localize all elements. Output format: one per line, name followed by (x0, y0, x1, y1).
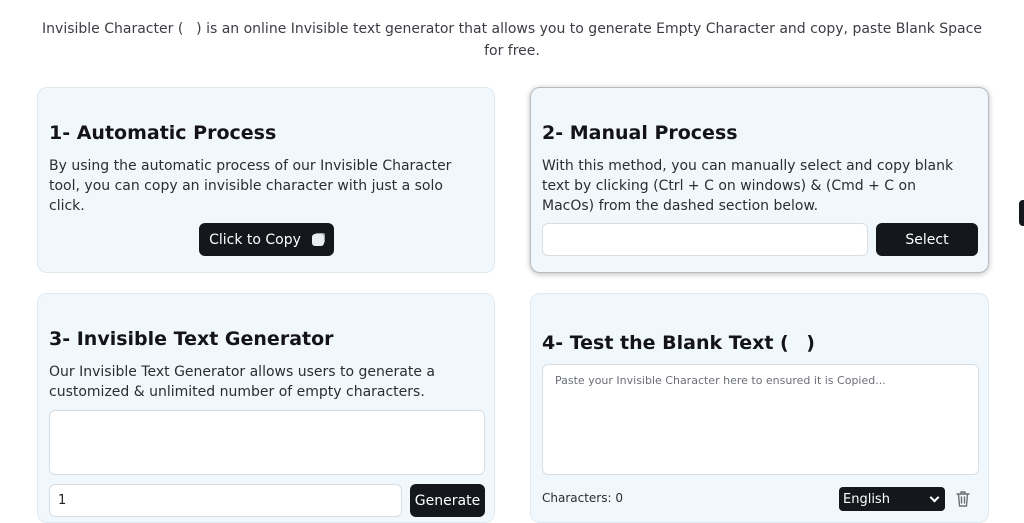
textarea-placeholder: Paste your Invisible Character here to e… (555, 374, 886, 387)
intro-line-2: for free. (484, 43, 540, 59)
description-line: With this method, you can manually selec… (542, 158, 954, 174)
paste-test-textarea[interactable]: Paste your Invisible Character here to e… (542, 364, 979, 475)
characters-counter: Characters: 0 (542, 491, 623, 505)
card-title: 4- Test the Blank Text (ㅤ) (542, 332, 815, 354)
select-button[interactable]: Select (876, 223, 978, 256)
description-line: MacOs) from the dashed section below. (542, 198, 819, 214)
intro-line-1: Invisible Character (ㅤ) is an online Inv… (42, 21, 982, 37)
click-to-copy-button[interactable]: Click to Copy (199, 223, 334, 256)
card-description: By using the automatic process of our In… (49, 156, 478, 216)
test-blank-text-card: 4- Test the Blank Text (ㅤ) Paste your In… (530, 293, 989, 523)
trash-icon[interactable] (955, 490, 971, 508)
intro-text: Invisible Character (ㅤ) is an online Inv… (0, 18, 1024, 62)
generate-button[interactable]: Generate (410, 484, 485, 517)
description-line: text by clicking (Ctrl + C on windows) &… (542, 178, 916, 194)
manual-process-card: 2- Manual Process With this method, you … (530, 87, 989, 273)
language-selected: English (843, 491, 890, 507)
chevron-down-icon (929, 492, 940, 502)
copy-icon (311, 233, 324, 246)
select-label: Select (905, 231, 949, 248)
invisible-text-generator-card: 3- Invisible Text Generator Our Invisibl… (37, 293, 495, 523)
card-description: With this method, you can manually selec… (542, 156, 972, 216)
blank-text-field[interactable] (542, 223, 868, 256)
description-line: By using the automatic process of our In… (49, 158, 452, 174)
description-line: customized & unlimited number of empty c… (49, 384, 425, 400)
card-title: 2- Manual Process (542, 122, 738, 144)
generated-text-output[interactable] (49, 410, 485, 475)
description-line: tool, you can copy an invisible characte… (49, 178, 443, 194)
description-line: click. (49, 198, 85, 214)
character-count-input[interactable]: 1 (49, 484, 402, 517)
card-title: 1- Automatic Process (49, 122, 277, 144)
card-title: 3- Invisible Text Generator (49, 328, 334, 350)
character-count-value: 1 (58, 493, 67, 508)
click-to-copy-label: Click to Copy (209, 231, 301, 248)
automatic-process-card: 1- Automatic Process By using the automa… (37, 87, 495, 273)
description-line: Our Invisible Text Generator allows user… (49, 364, 435, 380)
side-tab-handle[interactable] (1019, 200, 1024, 226)
language-select[interactable]: English (839, 487, 945, 511)
card-description: Our Invisible Text Generator allows user… (49, 362, 478, 402)
generate-label: Generate (414, 492, 481, 509)
